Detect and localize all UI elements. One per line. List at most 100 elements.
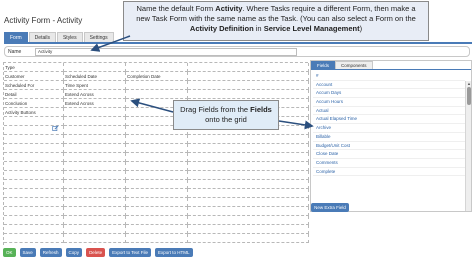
grid-cell[interactable]	[126, 63, 188, 72]
grid-cell[interactable]	[4, 144, 64, 153]
grid-cell[interactable]	[188, 198, 309, 207]
grid-cell[interactable]	[64, 198, 126, 207]
grid-cell[interactable]	[64, 135, 126, 144]
field-item[interactable]: Actual Elapsed Time	[313, 115, 465, 125]
grid-cell[interactable]	[126, 225, 188, 234]
grid-cell[interactable]	[64, 171, 126, 180]
grid-cell[interactable]: Detail	[4, 90, 64, 99]
field-item[interactable]: Actual	[313, 107, 465, 116]
ok-button[interactable]: OK	[3, 248, 16, 257]
grid-cell[interactable]	[4, 162, 64, 171]
grid-cell[interactable]: Extend Across	[64, 99, 126, 108]
grid-cell[interactable]	[64, 180, 126, 189]
field-item[interactable]: Accum Hours	[313, 98, 465, 107]
tab-styles[interactable]: Styles	[56, 32, 83, 42]
grid-cell[interactable]	[64, 189, 126, 198]
field-list-scrollbar[interactable]: ▲	[465, 81, 471, 211]
grid-cell[interactable]	[188, 144, 309, 153]
grid-cell[interactable]	[188, 90, 309, 99]
grid-cell[interactable]	[126, 207, 188, 216]
grid-cell[interactable]: Customer	[4, 72, 64, 81]
grid-cell[interactable]	[188, 225, 309, 234]
grid-cell[interactable]: Time Spent	[64, 81, 126, 90]
export-text-file-button[interactable]: Export to Text File	[109, 248, 152, 257]
grid-cell[interactable]	[4, 216, 64, 225]
grid-cell[interactable]	[64, 225, 126, 234]
grid-cell[interactable]	[64, 153, 126, 162]
grid-cell[interactable]	[126, 144, 188, 153]
grid-cell[interactable]	[64, 108, 126, 117]
grid-cell[interactable]	[4, 234, 64, 243]
field-item[interactable]: Account	[313, 81, 465, 90]
scroll-thumb[interactable]	[467, 87, 471, 105]
field-item[interactable]: #	[313, 72, 465, 81]
delete-button[interactable]: Delete	[86, 248, 106, 257]
grid-cell[interactable]	[4, 225, 64, 234]
grid-cell[interactable]	[4, 189, 64, 198]
refresh-button[interactable]: Refresh	[39, 248, 62, 257]
grid-cell[interactable]: Type	[4, 63, 64, 72]
save-button[interactable]: Save	[19, 248, 36, 257]
grid-cell[interactable]	[4, 207, 64, 216]
grid-cell[interactable]	[188, 216, 309, 225]
grid-cell[interactable]	[126, 81, 188, 90]
scroll-up-icon[interactable]: ▲	[466, 81, 472, 86]
field-item[interactable]: Billable	[313, 133, 465, 142]
tab-fields[interactable]: Fields	[311, 61, 336, 69]
tab-components[interactable]: Components	[335, 61, 373, 69]
grid-cell[interactable]	[188, 189, 309, 198]
tab-settings[interactable]: Settings	[83, 32, 114, 42]
grid-cell[interactable]	[126, 171, 188, 180]
grid-cell[interactable]	[4, 135, 64, 144]
grid-cell[interactable]	[126, 90, 188, 99]
grid-cell[interactable]	[126, 189, 188, 198]
grid-cell[interactable]	[188, 207, 309, 216]
grid-cell[interactable]	[126, 153, 188, 162]
grid-cell[interactable]	[126, 180, 188, 189]
grid-cell[interactable]: Scheduled For	[4, 81, 64, 90]
grid-cell[interactable]: Activity Buttons	[4, 108, 64, 117]
grid-cell[interactable]	[188, 180, 309, 189]
field-item[interactable]: Archive	[313, 124, 465, 133]
grid-cell[interactable]	[64, 126, 126, 135]
field-item[interactable]: Close Date	[313, 150, 465, 159]
edit-icon[interactable]	[52, 125, 59, 132]
grid-cell[interactable]	[188, 162, 309, 171]
grid-cell[interactable]	[4, 180, 64, 189]
grid-cell[interactable]	[64, 144, 126, 153]
field-item[interactable]: Accum Days	[313, 89, 465, 99]
field-item[interactable]: Budget/Unit Cost	[313, 142, 465, 151]
grid-cell[interactable]	[188, 63, 309, 72]
grid-cell[interactable]: Conclusion	[4, 99, 64, 108]
copy-button[interactable]: Copy	[65, 248, 83, 257]
grid-cell[interactable]	[126, 234, 188, 243]
grid-cell[interactable]	[126, 216, 188, 225]
grid-cell[interactable]	[64, 216, 126, 225]
grid-cell[interactable]: Scheduled Date	[64, 72, 126, 81]
grid-cell[interactable]	[188, 153, 309, 162]
export-html-button[interactable]: Export to HTML	[155, 248, 193, 257]
grid-cell[interactable]	[188, 135, 309, 144]
field-item[interactable]: Comments	[313, 159, 465, 168]
grid-cell[interactable]	[4, 171, 64, 180]
grid-cell[interactable]	[188, 234, 309, 243]
grid-cell[interactable]	[64, 162, 126, 171]
grid-cell[interactable]	[188, 81, 309, 90]
grid-cell[interactable]	[64, 117, 126, 126]
grid-cell[interactable]: Extend Across	[64, 90, 126, 99]
grid-cell[interactable]: Completion Date	[126, 72, 188, 81]
grid-cell[interactable]	[64, 63, 126, 72]
grid-cell[interactable]	[4, 153, 64, 162]
name-input[interactable]: Activity	[35, 48, 297, 56]
new-extra-field-button[interactable]: New Extra Field	[311, 203, 349, 212]
grid-cell[interactable]	[126, 162, 188, 171]
grid-cell[interactable]	[64, 234, 126, 243]
tab-details[interactable]: Details	[28, 32, 56, 42]
tab-form[interactable]: Form	[4, 32, 28, 42]
grid-cell[interactable]	[126, 135, 188, 144]
grid-cell[interactable]	[188, 72, 309, 81]
grid-cell[interactable]	[126, 198, 188, 207]
grid-cell[interactable]	[4, 198, 64, 207]
field-item[interactable]: Complete	[313, 168, 465, 177]
grid-cell[interactable]	[64, 207, 126, 216]
